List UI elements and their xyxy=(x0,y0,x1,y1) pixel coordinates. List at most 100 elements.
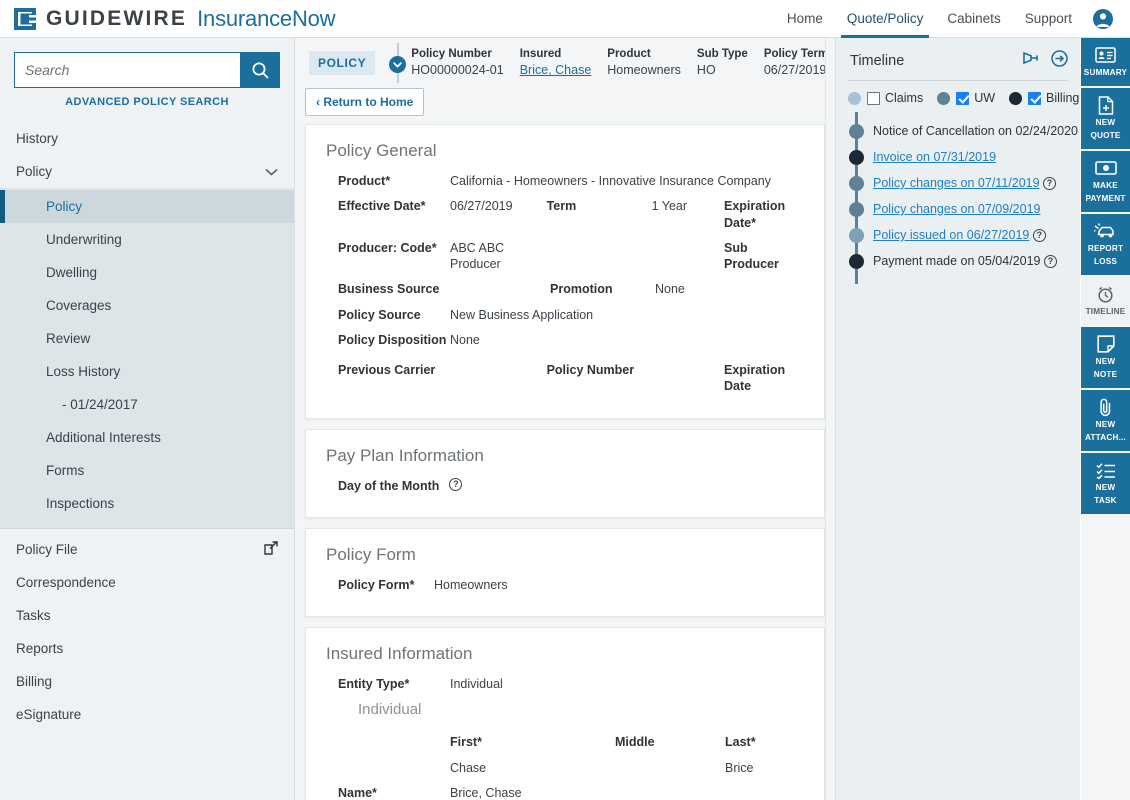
timeline-filter-billing[interactable]: Billing xyxy=(1009,91,1079,105)
rail-label: TASK xyxy=(1094,496,1117,505)
nav-item-cabinets[interactable]: Cabinets xyxy=(935,0,1012,38)
sidebar-item-loss-history[interactable]: Loss History xyxy=(0,355,294,388)
sidebar-item-correspondence[interactable]: Correspondence xyxy=(0,566,294,599)
rail-label: TIMELINE xyxy=(1085,307,1126,316)
timeline-items: Notice of Cancellation on 02/24/2020 ? I… xyxy=(836,112,1095,284)
sidebar-item-inspections[interactable]: Inspections xyxy=(0,487,294,520)
sidebar-item-forms[interactable]: Forms xyxy=(0,454,294,487)
rail-button-new-quote[interactable]: NEW QUOTE xyxy=(1081,88,1130,149)
rail-button-summary[interactable]: SUMMARY xyxy=(1081,38,1130,86)
sidebar-nav: History Policy Policy Underwriting Dwell… xyxy=(0,122,294,731)
sidebar-item-review[interactable]: Review xyxy=(0,322,294,355)
brand-logo[interactable]: GUIDEWIRE InsuranceNow xyxy=(0,6,336,32)
nav-item-support[interactable]: Support xyxy=(1013,0,1084,38)
field-row-product: Product* California - Homeowners - Innov… xyxy=(306,173,824,189)
rail-label: NEW xyxy=(1095,420,1116,429)
promotion-value: None xyxy=(655,282,685,297)
timeline-item-link[interactable]: Policy issued on 06/27/2019 xyxy=(873,228,1029,242)
return-to-home-button[interactable]: ‹ Return to Home xyxy=(305,88,425,116)
field-row-previous-carrier: Previous Carrier Policy Number Expiratio… xyxy=(306,362,824,395)
rail-button-new-attachment[interactable]: NEW ATTACH... xyxy=(1081,390,1130,451)
rail-button-new-task[interactable]: NEW TASK xyxy=(1081,453,1130,514)
help-circle-icon[interactable]: ? xyxy=(449,477,463,491)
prev-policy-number-label: Policy Number xyxy=(546,363,635,377)
sidebar-item-policy-group[interactable]: Policy xyxy=(0,155,294,188)
field-row-name-headers: First* Middle Last* xyxy=(306,734,824,750)
uw-label: UW xyxy=(974,91,996,105)
sidebar-item-label: Billing xyxy=(16,674,53,689)
timeline-item-link[interactable]: Policy changes on 07/11/2019 xyxy=(873,176,1040,190)
sidebar-item-label: Correspondence xyxy=(16,575,116,590)
rail-button-new-note[interactable]: NEW NOTE xyxy=(1081,327,1130,388)
promotion-label: Promotion xyxy=(550,282,613,297)
timeline-item: Policy changes on 07/11/2019 ? xyxy=(836,170,1080,196)
sidebar-item-label: Tasks xyxy=(16,608,51,623)
sidebar-item-additional-interests[interactable]: Additional Interests xyxy=(0,421,294,454)
right-action-rail: SUMMARY NEW QUOTE MAKE PAYMENT REPORT LO… xyxy=(1081,38,1130,800)
field-row-business-source: Business Source Promotion None xyxy=(306,281,824,297)
rail-button-timeline[interactable]: TIMELINE xyxy=(1081,277,1130,325)
help-circle-icon[interactable]: ? xyxy=(1043,177,1057,190)
rail-label: PAYMENT xyxy=(1085,194,1126,203)
advanced-policy-search-link[interactable]: ADVANCED POLICY SEARCH xyxy=(0,96,294,108)
sidebar-item-coverages[interactable]: Coverages xyxy=(0,289,294,322)
last-name-value: Brice xyxy=(725,760,754,775)
field-label: Sub Type xyxy=(696,47,748,60)
nav-item-home[interactable]: Home xyxy=(775,0,835,38)
sidebar-item-label: Inspections xyxy=(46,496,115,511)
policy-type-badge: POLICY xyxy=(309,51,376,75)
arrow-circle-right-icon[interactable] xyxy=(1051,50,1068,72)
sidebar-item-tasks[interactable]: Tasks xyxy=(0,599,294,632)
timeline-filter-uw[interactable]: UW xyxy=(937,91,995,105)
insured-subhead: Individual xyxy=(358,701,422,719)
sidebar-item-billing[interactable]: Billing xyxy=(0,665,294,698)
help-circle-icon[interactable]: ? xyxy=(1043,255,1057,268)
alarm-clock-icon xyxy=(1096,284,1115,304)
policy-form-value: Homeowners xyxy=(434,577,508,592)
main-content: POLICY Policy Number HO00000024-01 Insur… xyxy=(295,38,835,800)
term-value: 1 Year xyxy=(651,199,688,214)
nav-item-quote-policy[interactable]: Quote/Policy xyxy=(835,0,936,38)
search-icon xyxy=(252,62,269,79)
search-input[interactable] xyxy=(14,52,240,88)
sidebar-item-history[interactable]: History xyxy=(0,122,294,155)
sidebar-item-dwelling[interactable]: Dwelling xyxy=(0,256,294,289)
claims-checkbox[interactable] xyxy=(867,91,880,105)
sidebar-item-policy[interactable]: Policy xyxy=(0,190,294,223)
user-avatar-button[interactable] xyxy=(1084,0,1122,38)
rail-button-report-loss[interactable]: REPORT LOSS xyxy=(1081,214,1130,275)
effective-date-value: 06/27/2019 xyxy=(450,199,513,214)
sidebar-item-reports[interactable]: Reports xyxy=(0,632,294,665)
sidebar-item-label: Policy xyxy=(46,199,83,214)
billing-checkbox[interactable] xyxy=(1028,91,1042,105)
field-row-effective-date: Effective Date* 06/27/2019 Term 1 Year E… xyxy=(306,198,824,231)
rail-button-make-payment[interactable]: MAKE PAYMENT xyxy=(1081,151,1130,212)
billing-color-dot xyxy=(1009,91,1023,105)
field-row-day-of-month: Day of the Month ? xyxy=(306,477,824,494)
sidebar-item-policy-file[interactable]: Policy File xyxy=(0,533,294,566)
insured-link[interactable]: Brice, Chase xyxy=(520,63,592,77)
rail-label: QUOTE xyxy=(1090,131,1121,140)
sidebar-item-esignature[interactable]: eSignature xyxy=(0,698,294,731)
pin-icon[interactable] xyxy=(1022,51,1039,71)
timeline-dot xyxy=(849,253,864,269)
policy-expand-control[interactable] xyxy=(385,38,411,88)
entity-type-label: Entity Type* xyxy=(338,677,410,691)
uw-checkbox[interactable] xyxy=(956,91,970,105)
policy-form-label: Policy Form* xyxy=(338,577,415,592)
timeline-filter-claims[interactable]: Claims xyxy=(848,91,923,105)
timeline-item-link[interactable]: Invoice on 07/31/2019 xyxy=(873,150,996,164)
sidebar-item-loss-history-entry[interactable]: - 01/24/2017 xyxy=(0,388,294,421)
sidebar-item-label: Additional Interests xyxy=(46,430,161,445)
producer-label: Producer: Code* xyxy=(338,240,437,255)
sidebar-item-underwriting[interactable]: Underwriting xyxy=(0,223,294,256)
help-circle-icon[interactable]: ? xyxy=(1032,229,1046,242)
producer-value: ABC ABC Producer xyxy=(450,240,505,271)
search-bar xyxy=(0,38,294,88)
timeline-item-link[interactable]: Policy changes on 07/09/2019 xyxy=(873,202,1041,216)
day-of-month-label: Day of the Month xyxy=(338,478,440,493)
rail-label: SUMMARY xyxy=(1083,68,1128,77)
product-label: Product* xyxy=(338,174,391,188)
sidebar-item-label: Policy File xyxy=(16,542,78,557)
search-button[interactable] xyxy=(240,52,280,88)
